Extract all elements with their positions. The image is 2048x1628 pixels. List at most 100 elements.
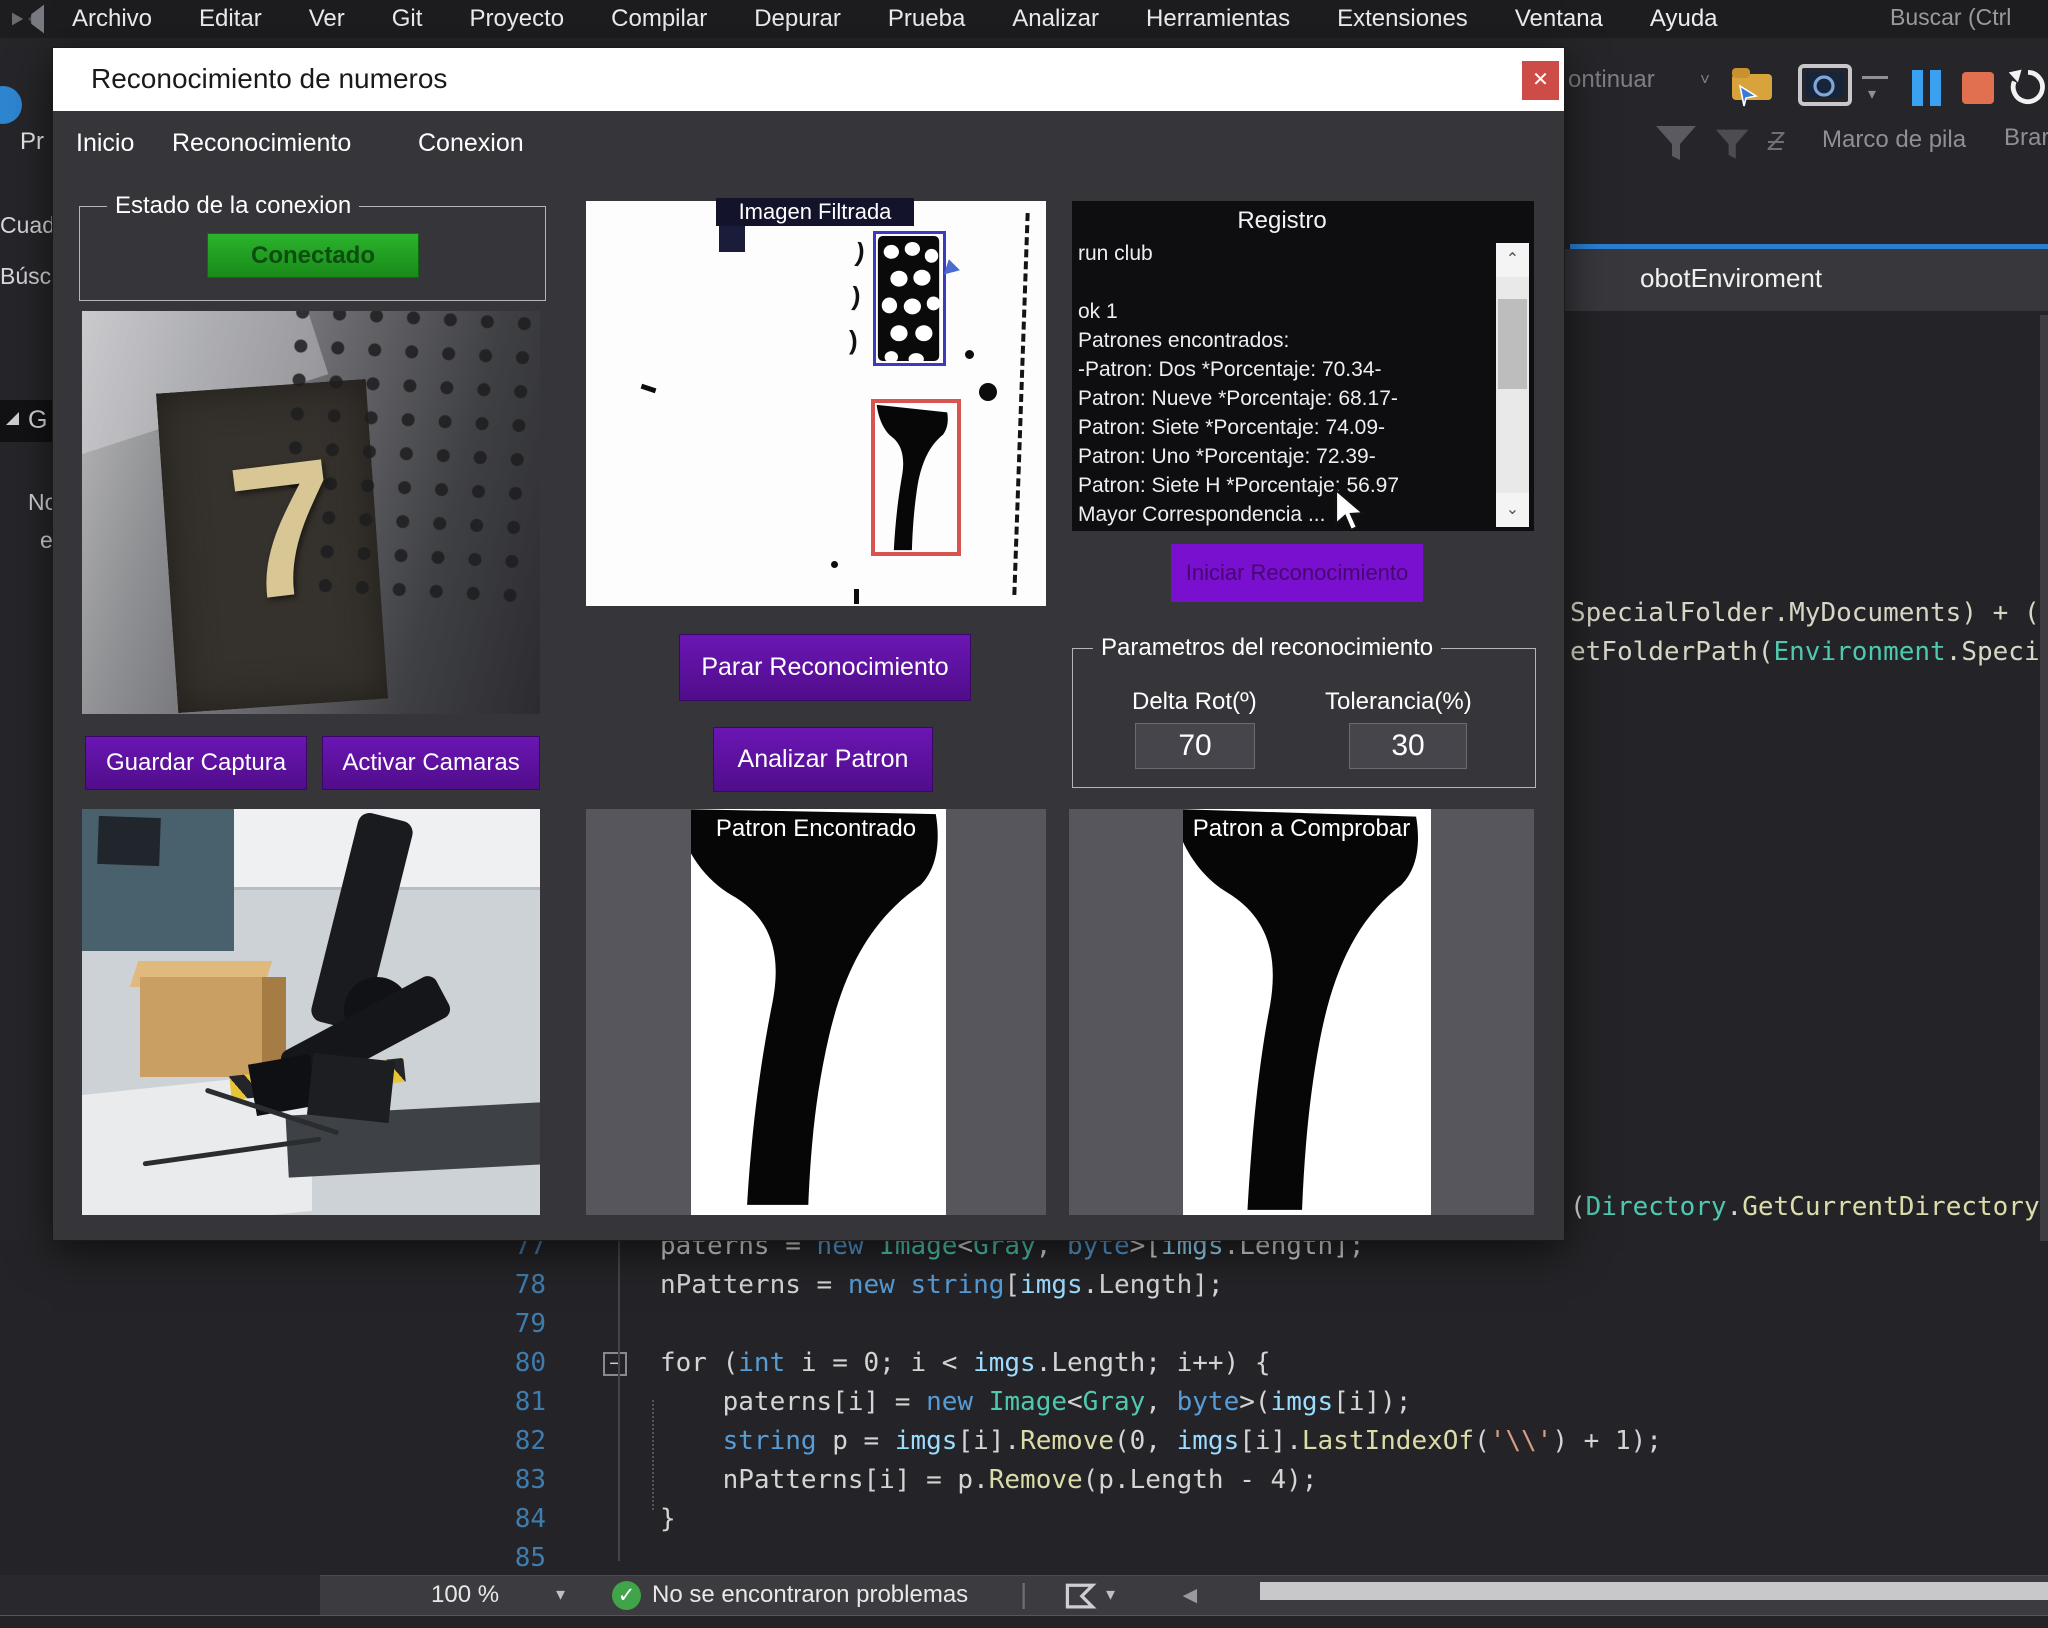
expand-triangle-icon[interactable] — [6, 412, 19, 430]
code-token: (0, — [1114, 1426, 1177, 1456]
stack-frame-label: Marco de pila — [1822, 126, 1966, 154]
code-row[interactable]: 82 string p = imgs[i].Remove(0, imgs[i].… — [0, 1422, 2048, 1461]
pause-icon[interactable] — [1930, 70, 1941, 106]
menu-compilar[interactable]: Compilar — [611, 5, 707, 33]
digit-seven-glyph — [875, 403, 957, 552]
zoom-level[interactable]: 100 % — [431, 1581, 499, 1609]
tab-conexion[interactable]: Conexion — [418, 129, 524, 158]
save-capture-button[interactable]: Guardar Captura — [85, 736, 307, 790]
menu-ventana[interactable]: Ventana — [1515, 5, 1603, 33]
code-line: } — [660, 1504, 676, 1534]
sidebar-item-cuad[interactable]: Cuad — [0, 212, 52, 239]
status-message: No se encontraron problemas — [652, 1581, 968, 1609]
scrollbar-thumb[interactable] — [1498, 299, 1527, 389]
indent-guide-line — [652, 1400, 654, 1510]
line-number: 78 — [450, 1270, 546, 1300]
sidebar-item-g[interactable]: G — [28, 406, 47, 435]
statusbar-fill — [0, 1575, 320, 1615]
attach-process-icon[interactable] — [1728, 62, 1780, 108]
menu-herramientas[interactable]: Herramientas — [1146, 5, 1290, 33]
chevron-down-icon[interactable]: ▾ — [1106, 1584, 1115, 1605]
menu-git[interactable]: Git — [392, 5, 423, 33]
stop-recognition-button[interactable]: Parar Reconocimiento — [679, 634, 971, 701]
scroll-down-icon[interactable]: ⌄ — [1496, 493, 1529, 527]
code-row[interactable]: 81 paterns[i] = new Image<Gray, byte>(im… — [0, 1383, 2048, 1422]
log-line: Patron: Siete H *Porcentaje: 56.97 — [1078, 471, 1490, 500]
clear-icon[interactable]: Z — [1768, 126, 1784, 157]
stop-icon[interactable] — [1962, 72, 1994, 104]
code-token — [660, 1426, 723, 1456]
close-button[interactable]: ✕ — [1522, 61, 1559, 100]
start-recognition-button[interactable]: Iniciar Reconocimiento — [1171, 544, 1423, 602]
analyze-pattern-button[interactable]: Analizar Patron — [713, 727, 933, 792]
visual-studio-logo — [8, 3, 48, 35]
fold-toggle-icon[interactable]: − — [603, 1352, 627, 1376]
code-token: .Length; i++) { — [1036, 1348, 1271, 1378]
horizontal-scrollbar[interactable] — [1260, 1582, 2048, 1600]
code-row[interactable]: 84} — [0, 1500, 2048, 1539]
window-bottom-edge — [0, 1615, 2048, 1628]
pattern-check-image — [1183, 809, 1431, 1215]
code-token: Remove — [1020, 1426, 1114, 1456]
menu-extensiones[interactable]: Extensiones — [1337, 5, 1468, 33]
log-line: Patron: Nueve *Porcentaje: 68.17- — [1078, 384, 1490, 413]
screen-capture-icon[interactable] — [1798, 64, 1852, 108]
back-nav-icon[interactable] — [0, 86, 22, 124]
delta-rot-input[interactable]: 70 — [1135, 723, 1255, 769]
menu-ayuda[interactable]: Ayuda — [1650, 5, 1718, 33]
chevron-down-icon[interactable]: ▾ — [556, 1584, 565, 1605]
continue-button[interactable]: ontinuar — [1568, 66, 1655, 94]
scroll-left-icon[interactable]: ◄ — [1178, 1582, 1202, 1610]
tab-inicio[interactable]: Inicio — [76, 129, 134, 158]
filtered-image-label: Imagen Filtrada — [716, 198, 914, 226]
titlebar[interactable]: Reconocimiento de numeros ✕ — [53, 48, 1564, 111]
menu-editar[interactable]: Editar — [199, 5, 262, 33]
code-row[interactable]: 80−for (int i = 0; i < imgs.Length; i++)… — [0, 1344, 2048, 1383]
sidebar-item-pr[interactable]: Pr — [20, 128, 44, 156]
arc-mark: ) — [851, 281, 862, 313]
filtered-image-panel: Imagen Filtrada ) ) ) — [586, 201, 1046, 606]
code-row[interactable]: 79 — [0, 1305, 2048, 1344]
activate-cameras-button[interactable]: Activar Camaras — [322, 736, 540, 790]
code-token: Directory — [1586, 1192, 1727, 1222]
mouse-cursor — [1330, 488, 1370, 534]
log-line — [1078, 268, 1490, 297]
active-tab-accent — [1570, 244, 2048, 249]
menu-prueba[interactable]: Prueba — [888, 5, 965, 33]
chevron-down-icon[interactable]: ˅ — [1700, 70, 1710, 90]
restart-icon[interactable] — [2006, 64, 2048, 110]
menu-archivo[interactable]: Archivo — [72, 5, 152, 33]
menu-analizar[interactable]: Analizar — [1012, 5, 1099, 33]
code-row[interactable]: 78nPatterns = new string[imgs.Length]; — [0, 1266, 2048, 1305]
scroll-up-icon[interactable]: ⌃ — [1496, 243, 1529, 277]
sidebar-item-busc[interactable]: Búsc — [0, 263, 52, 290]
connected-button[interactable]: Conectado — [207, 233, 419, 278]
code-token: paterns[i] = — [660, 1387, 926, 1417]
code-line: for (int i = 0; i < imgs.Length; i++) { — [660, 1348, 1271, 1378]
tag-icon[interactable] — [1062, 1583, 1098, 1611]
detected-digit-box — [871, 399, 961, 556]
artifact-block — [719, 226, 745, 252]
menu-ver[interactable]: Ver — [309, 5, 345, 33]
code-line: nPatterns[i] = p.Remove(p.Length - 4); — [660, 1465, 1317, 1495]
dashed-edge-line — [1012, 213, 1029, 595]
code-token: ) + 1); — [1552, 1426, 1662, 1456]
search-box[interactable]: Buscar (Ctrl — [1890, 4, 2048, 34]
log-scrollbar[interactable]: ⌃ ⌄ — [1496, 243, 1529, 527]
pause-icon[interactable] — [1912, 70, 1923, 106]
chevron-down-icon[interactable]: ▾ — [1868, 84, 1876, 104]
tolerance-input[interactable]: 30 — [1349, 723, 1467, 769]
code-row[interactable]: 85 — [0, 1539, 2048, 1578]
pattern-found-label: Patron Encontrado — [586, 815, 1046, 843]
code-token: imgs — [1177, 1426, 1240, 1456]
editor-tab[interactable]: obotEnviroment — [1640, 263, 1822, 294]
menu-depurar[interactable]: Depurar — [754, 5, 841, 33]
filter-small-icon[interactable] — [1712, 126, 1756, 164]
line-number: 82 — [450, 1426, 546, 1456]
filter-icon[interactable] — [1652, 122, 1700, 164]
code-token: Gray — [1083, 1387, 1146, 1417]
tab-reconocimiento[interactable]: Reconocimiento — [172, 129, 351, 158]
menu-proyecto[interactable]: Proyecto — [469, 5, 564, 33]
pattern-check-panel: Patron a Comprobar — [1069, 809, 1534, 1215]
code-row[interactable]: 83 nPatterns[i] = p.Remove(p.Length - 4)… — [0, 1461, 2048, 1500]
